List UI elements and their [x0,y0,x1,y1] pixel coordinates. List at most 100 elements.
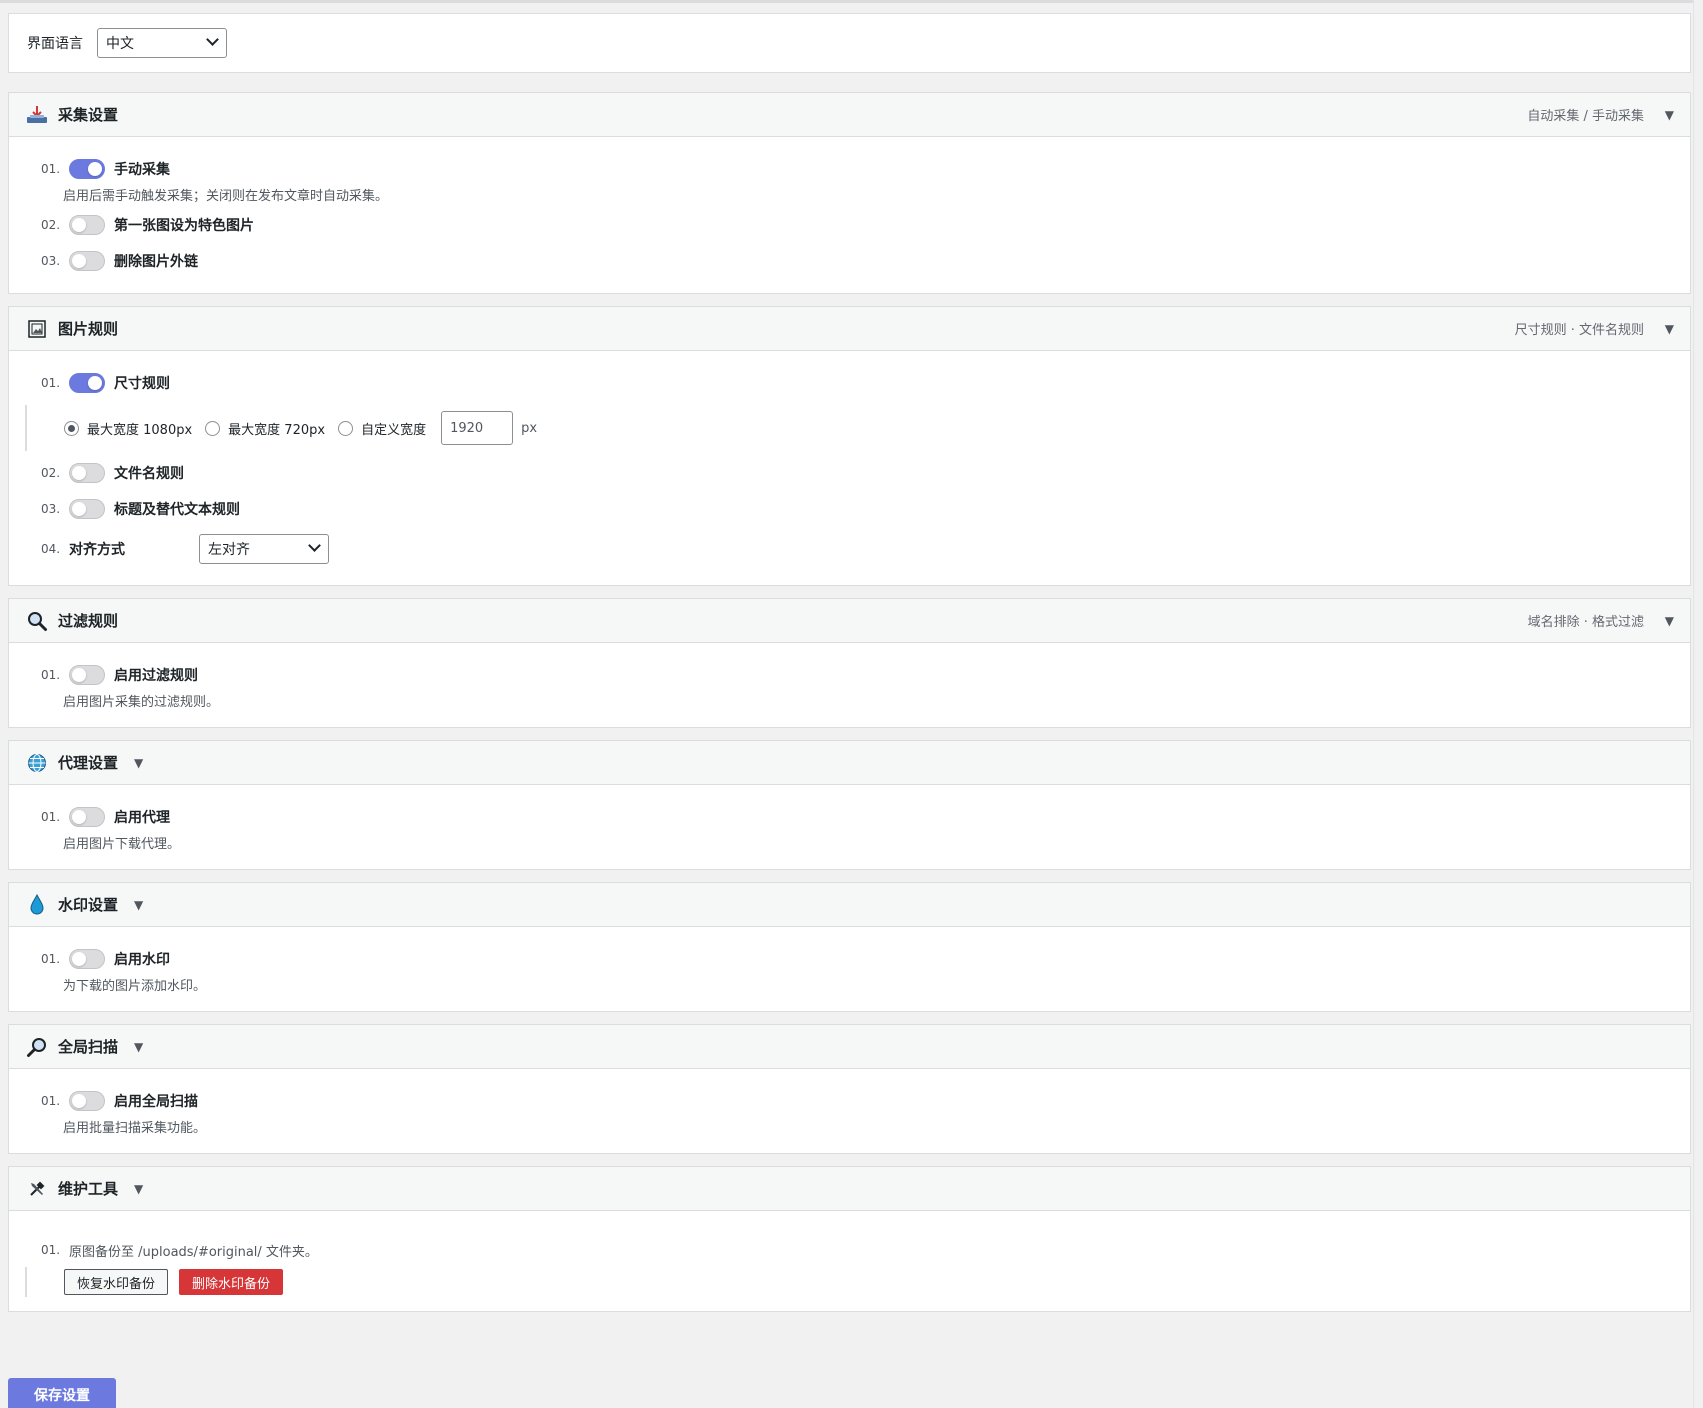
language-select[interactable]: 中文 [97,28,227,58]
panel-proxy-title: 代理设置 [58,754,119,772]
panel-watermark-title: 水印设置 [58,896,119,914]
panel-collect: 采集设置 自动采集 / 手动采集 ▼ 01. 手动采集 启用后需手动触发采集；关… [8,92,1691,294]
radio-button[interactable] [205,420,221,436]
watermark-label: 启用水印 [114,952,170,968]
item-number: 01. [41,162,61,176]
panel-filter-header[interactable]: 过滤规则 域名排除 · 格式过滤 ▼ [9,599,1690,643]
proxy-label: 启用代理 [114,810,170,826]
custom-width-input[interactable]: 1920 [441,411,514,445]
size-options-group: 最大宽度 1080px 最大宽度 720px 自定义宽度 1920 px [25,405,1690,451]
remove-external-links-label: 删除图片外链 [114,254,198,270]
panel-watermark: 水印设置 ▼ 01. 启用水印 为下载的图片添加水印。 [8,882,1691,1012]
watermark-toggle[interactable] [69,949,105,969]
radio-label: 自定义宽度 [361,422,427,438]
panel-scan-body: 01. 启用全局扫描 启用批量扫描采集功能。 [9,1069,1690,1153]
droplet-icon [25,893,49,917]
panel-proxy-header[interactable]: 代理设置 ▼ [9,741,1690,785]
collapse-triangle-icon[interactable]: ▼ [1665,322,1674,336]
size-rule-toggle[interactable] [69,373,105,393]
language-select-value: 中文 [106,36,134,52]
panel-filter: 过滤规则 域名排除 · 格式过滤 ▼ 01. 启用过滤规则 启用图片采集的过滤规… [8,598,1691,728]
panel-collect-header[interactable]: 采集设置 自动采集 / 手动采集 ▼ [9,93,1690,137]
proxy-toggle[interactable] [69,807,105,827]
maintenance-buttons: 恢复水印备份 删除水印备份 [25,1267,1690,1297]
filter-rules-label: 启用过滤规则 [114,668,198,684]
panel-scan-title: 全局扫描 [58,1038,119,1056]
global-scan-label: 启用全局扫描 [114,1094,198,1110]
restore-watermark-backup-button[interactable]: 恢复水印备份 [64,1269,169,1295]
framed-picture-icon [25,317,49,341]
item-number: 02. [41,218,61,232]
item-number: 01. [41,952,61,966]
magnifier-icon [25,609,49,633]
panel-scan-header[interactable]: 全局扫描 ▼ [9,1025,1690,1069]
alt-text-rule-toggle[interactable] [69,499,105,519]
radio-custom-width[interactable]: 自定义宽度 [338,419,426,438]
download-tray-icon [25,103,49,127]
collapse-triangle-icon[interactable]: ▼ [134,1040,143,1054]
alignment-label: 对齐方式 [69,542,125,558]
watermark-desc: 为下载的图片添加水印。 [63,978,207,994]
item-number: 01. [41,810,61,824]
chevron-down-icon [206,33,219,46]
collapse-triangle-icon[interactable]: ▼ [134,898,143,912]
panel-proxy-body: 01. 启用代理 启用图片下载代理。 [9,785,1690,869]
collapse-triangle-icon[interactable]: ▼ [134,1182,143,1196]
setting-row: 03. 删除图片外链 [9,243,1690,279]
panel-maintenance-header[interactable]: 维护工具 ▼ [9,1167,1690,1211]
radio-label: 最大宽度 1080px [87,422,193,438]
save-settings-button[interactable]: 保存设置 [8,1378,116,1408]
item-number: 03. [41,502,61,516]
item-number: 01. [41,1094,61,1108]
panel-watermark-body: 01. 启用水印 为下载的图片添加水印。 [9,927,1690,1011]
setting-row: 02. 文件名规则 [9,455,1690,491]
manual-collect-toggle[interactable] [69,159,105,179]
settings-page: 界面语言 中文 采集设置 自动采集 / 手动采集 ▼ 01. 手动采集 启用后需… [8,13,1691,1324]
collapse-triangle-icon[interactable]: ▼ [134,756,143,770]
panel-filter-subtitle: 域名排除 · 格式过滤 [1527,615,1644,630]
item-number: 01. [41,668,61,682]
alignment-select-value: 左对齐 [208,542,250,558]
panel-watermark-header[interactable]: 水印设置 ▼ [9,883,1690,927]
panel-maintenance-body: 01. 原图备份至 /uploads/#original/ 文件夹。 恢复水印备… [9,1211,1690,1311]
filename-rule-label: 文件名规则 [114,466,184,482]
panel-filter-body: 01. 启用过滤规则 启用图片采集的过滤规则。 [9,643,1690,727]
panel-maintenance-title: 维护工具 [58,1180,119,1198]
featured-image-toggle[interactable] [69,215,105,235]
scrollbar[interactable] [1693,0,1703,1408]
size-rule-label: 尺寸规则 [114,376,170,392]
radio-button[interactable] [338,420,354,436]
setting-row: 03. 标题及替代文本规则 [9,491,1690,527]
chevron-down-icon [308,539,321,552]
magnifier-right-icon [25,1035,49,1059]
delete-watermark-backup-button[interactable]: 删除水印备份 [179,1269,284,1295]
proxy-desc: 启用图片下载代理。 [63,836,181,852]
filename-rule-toggle[interactable] [69,463,105,483]
panel-image-rules-body: 01. 尺寸规则 最大宽度 1080px 最大宽度 720px 自定义宽度 19… [9,351,1690,585]
filter-rules-desc: 启用图片采集的过滤规则。 [63,694,220,710]
global-scan-toggle[interactable] [69,1091,105,1111]
unit-label: px [521,420,538,436]
panel-image-rules-header[interactable]: 图片规则 尺寸规则 · 文件名规则 ▼ [9,307,1690,351]
panel-proxy: 代理设置 ▼ 01. 启用代理 启用图片下载代理。 [8,740,1691,870]
radio-button[interactable] [64,420,79,436]
alignment-select[interactable]: 左对齐 [199,534,329,564]
collapse-triangle-icon[interactable]: ▼ [1665,108,1674,122]
remove-external-links-toggle[interactable] [69,251,105,271]
manual-collect-desc: 启用后需手动触发采集；关闭则在发布文章时自动采集。 [63,188,389,204]
alt-text-rule-label: 标题及替代文本规则 [114,502,240,518]
backup-info-text: 原图备份至 /uploads/#original/ 文件夹。 [69,1244,318,1260]
panel-image-rules-subtitle: 尺寸规则 · 文件名规则 [1514,323,1644,338]
radio-max-1080[interactable]: 最大宽度 1080px [64,419,192,438]
panel-collect-subtitle: 自动采集 / 手动采集 [1527,109,1644,124]
globe-icon [25,751,49,775]
filter-rules-toggle[interactable] [69,665,105,685]
item-number: 03. [41,254,61,268]
panel-filter-title: 过滤规则 [58,612,119,630]
item-number: 04. [41,542,61,556]
backup-info-row: 01. 原图备份至 /uploads/#original/ 文件夹。 [9,1233,1690,1267]
collapse-triangle-icon[interactable]: ▼ [1665,614,1674,628]
radio-max-720[interactable]: 最大宽度 720px [205,419,325,438]
panel-collect-title: 采集设置 [58,106,119,124]
language-label: 界面语言 [27,36,83,52]
